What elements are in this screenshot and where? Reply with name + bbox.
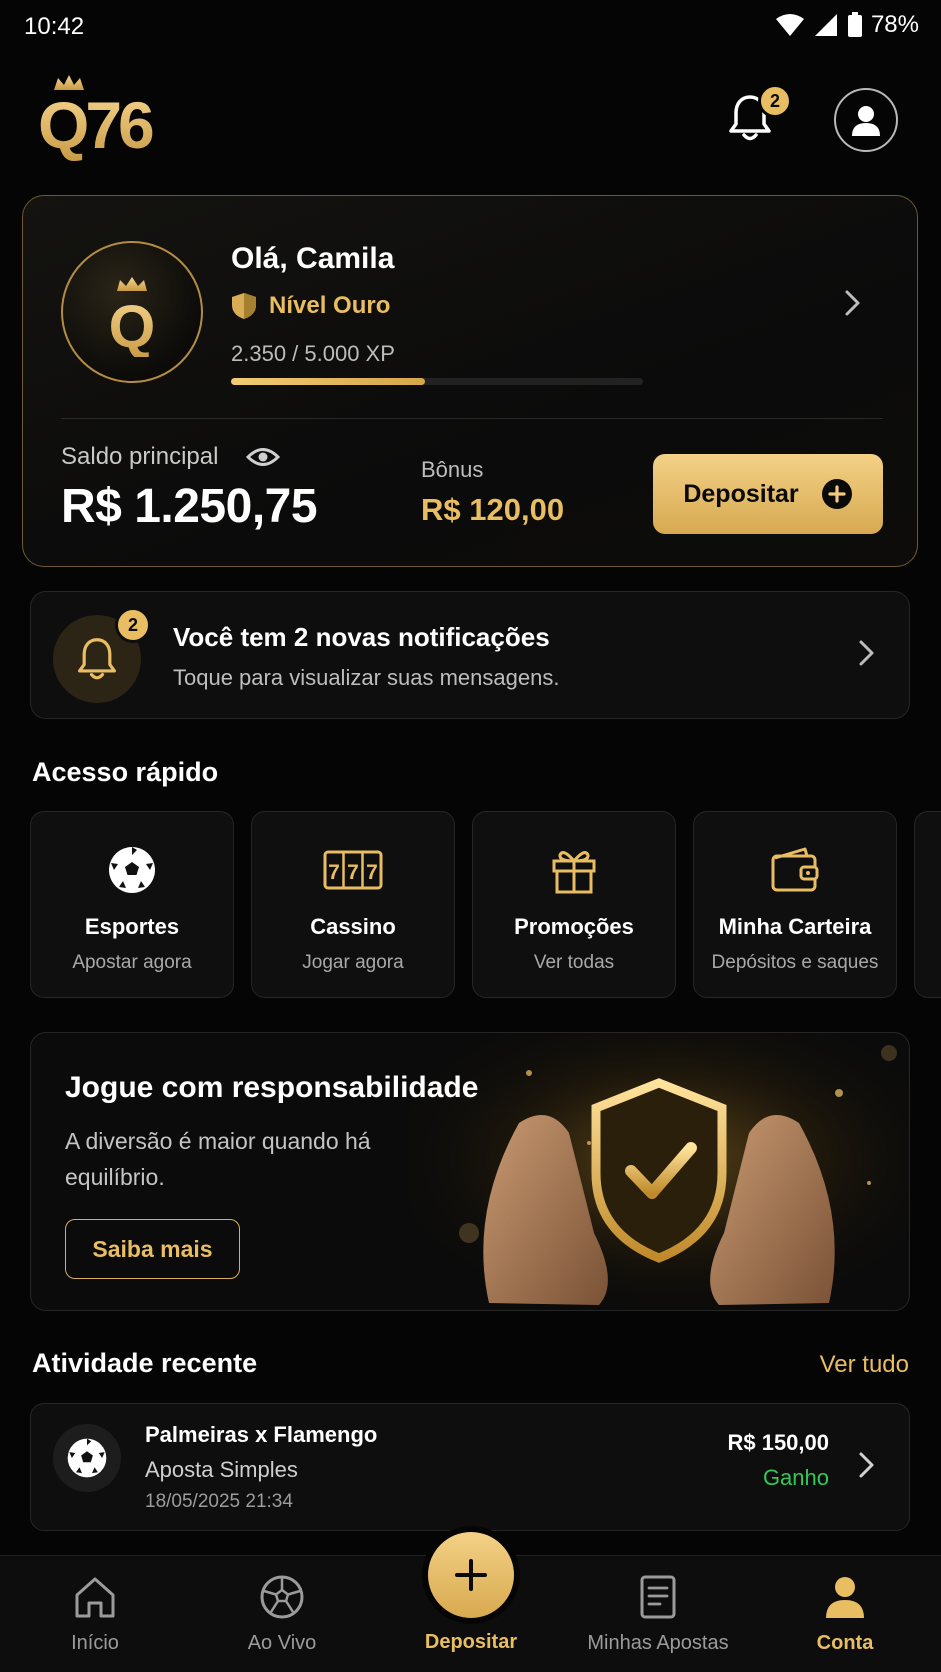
bonus-value: R$ 120,00 xyxy=(421,492,565,527)
notification-icon-wrap: 2 xyxy=(53,607,151,703)
activity-date: 18/05/2025 21:34 xyxy=(145,1491,293,1512)
nav-my-bets[interactable]: Minhas Apostas xyxy=(573,1556,743,1672)
quick-access-label: Cassino xyxy=(310,914,396,939)
chevron-right-icon xyxy=(859,1452,874,1478)
quick-access-label: Promoções xyxy=(514,914,634,939)
activity-amount: R$ 150,00 xyxy=(727,1430,829,1455)
activity-icon-wrap xyxy=(53,1424,121,1492)
battery-icon xyxy=(847,12,862,37)
notification-card[interactable]: 2 Você tem 2 novas notificações Toque pa… xyxy=(30,591,910,719)
nav-deposit-label[interactable]: Depositar xyxy=(386,1631,556,1654)
svg-text:7: 7 xyxy=(366,861,378,884)
app-header: Q76 2 xyxy=(0,64,941,174)
deposit-button[interactable]: Depositar xyxy=(653,454,883,534)
wallet-icon xyxy=(771,847,819,892)
nav-label: Minhas Apostas xyxy=(587,1632,729,1654)
quick-access-more[interactable] xyxy=(914,811,941,998)
notification-count-badge: 2 xyxy=(115,607,151,643)
quick-access-casino[interactable]: 7 7 7 Cassino Jogar agora xyxy=(251,811,455,998)
xp-progress-bar xyxy=(231,378,643,385)
responsible-gaming-banner[interactable]: Jogue com responsabilidade A diversão é … xyxy=(30,1032,910,1311)
card-divider xyxy=(61,418,883,419)
banner-title: Jogue com responsabilidade xyxy=(65,1071,479,1104)
bell-icon xyxy=(77,638,117,680)
wifi-icon xyxy=(775,14,804,36)
greeting-text: Olá, Camila xyxy=(231,242,395,275)
nav-live[interactable]: Ao Vivo xyxy=(197,1556,367,1672)
svg-text:7: 7 xyxy=(347,861,359,884)
notifications-button[interactable]: 2 xyxy=(722,84,792,148)
deposit-button-label: Depositar xyxy=(683,479,799,508)
status-indicators: 78% xyxy=(775,11,919,39)
nav-label: Conta xyxy=(816,1632,874,1654)
nav-label: Início xyxy=(71,1632,119,1654)
chevron-right-icon[interactable] xyxy=(843,288,863,318)
nav-account[interactable]: Conta xyxy=(760,1556,930,1672)
notification-badge: 2 xyxy=(758,84,792,118)
notification-subtitle: Toque para visualizar suas mensagens. xyxy=(173,665,560,690)
quick-access-sub: Jogar agora xyxy=(302,952,404,973)
quick-access-sports[interactable]: Esportes Apostar agora xyxy=(30,811,234,998)
slot-machine-icon: 7 7 7 xyxy=(323,850,383,890)
activity-match: Palmeiras x Flamengo xyxy=(145,1422,378,1447)
q-crown-logo-icon: Q xyxy=(109,277,156,357)
quick-access-promotions[interactable]: Promoções Ver todas xyxy=(472,811,676,998)
quick-access-row: Esportes Apostar agora 7 7 7 Cassino Jog… xyxy=(30,811,941,999)
signal-icon xyxy=(814,14,837,36)
profile-button[interactable] xyxy=(834,88,898,152)
user-icon xyxy=(826,1577,864,1618)
soccer-ball-icon xyxy=(109,847,155,893)
quick-access-title: Acesso rápido xyxy=(32,757,219,787)
level-badge: Nível Ouro xyxy=(231,292,390,320)
balance-label: Saldo principal xyxy=(61,443,281,471)
quick-access-label: Minha Carteira xyxy=(718,914,872,939)
plus-circle-icon xyxy=(821,479,852,509)
level-text: Nível Ouro xyxy=(269,292,391,319)
gift-icon xyxy=(552,851,596,894)
shield-hands-illustration xyxy=(409,1033,909,1310)
q76-logo[interactable]: Q76 xyxy=(38,70,178,166)
user-icon xyxy=(852,106,880,136)
eye-icon[interactable] xyxy=(246,446,281,468)
quick-access-wallet[interactable]: Minha Carteira Depósitos e saques xyxy=(693,811,897,998)
recent-activity-title: Atividade recente xyxy=(32,1348,258,1378)
bet-slip-icon xyxy=(640,1575,676,1619)
svg-text:Q: Q xyxy=(109,293,156,357)
quick-access-sub: Apostar agora xyxy=(72,952,192,973)
chevron-right-icon xyxy=(859,640,874,666)
see-all-link[interactable]: Ver tudo xyxy=(820,1351,909,1379)
home-icon xyxy=(75,1577,115,1618)
bonus-label: Bônus xyxy=(421,457,484,482)
soccer-ball-icon xyxy=(67,1438,107,1478)
profile-card[interactable]: Q Olá, Camila Nível Ouro 2.350 / 5.000 X… xyxy=(22,195,918,567)
status-time: 10:42 xyxy=(24,13,85,40)
xp-progress-fill xyxy=(231,378,425,385)
quick-access-sub: Ver todas xyxy=(533,952,615,973)
quick-access-sub: Depósitos e saques xyxy=(711,952,879,973)
activity-type: Aposta Simples xyxy=(145,1457,298,1482)
soccer-ball-icon xyxy=(260,1575,304,1619)
deposit-fab[interactable] xyxy=(428,1532,514,1618)
svg-text:7: 7 xyxy=(328,861,340,884)
battery-percent: 78% xyxy=(870,11,919,38)
profile-avatar: Q xyxy=(61,241,203,383)
learn-more-button[interactable]: Saiba mais xyxy=(65,1219,240,1279)
activity-status: Ganho xyxy=(762,1465,829,1490)
plus-icon xyxy=(455,1559,487,1591)
nav-home[interactable]: Início xyxy=(10,1556,180,1672)
xp-text: 2.350 / 5.000 XP xyxy=(231,341,395,366)
status-bar: 10:42 78% xyxy=(0,0,941,58)
balance-value: R$ 1.250,75 xyxy=(61,480,318,533)
notification-title: Você tem 2 novas notificações xyxy=(173,622,550,652)
activity-item[interactable]: Palmeiras x Flamengo Aposta Simples 18/0… xyxy=(30,1403,910,1531)
quick-access-label: Esportes xyxy=(84,914,180,939)
balance-label-text: Saldo principal xyxy=(61,443,219,470)
banner-text: A diversão é maior quando há equilíbrio. xyxy=(65,1128,371,1190)
shield-icon xyxy=(232,293,256,319)
svg-text:Q76: Q76 xyxy=(38,88,153,162)
nav-label: Ao Vivo xyxy=(247,1632,317,1654)
